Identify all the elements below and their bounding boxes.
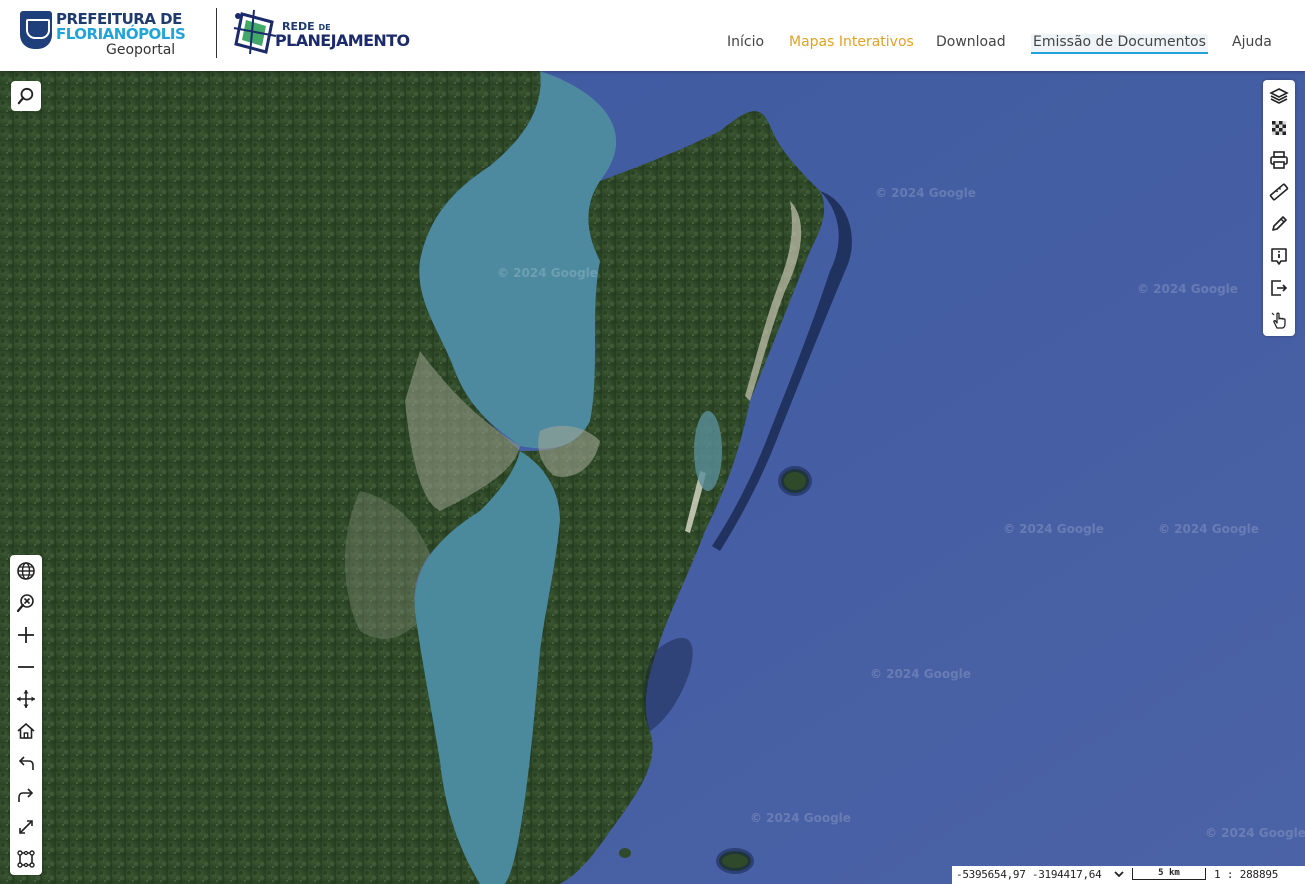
measure-button[interactable]	[1263, 176, 1295, 208]
pan-move-icon	[17, 690, 35, 708]
nav-emissao-documentos[interactable]: Emissão de Documentos	[1031, 34, 1208, 54]
print-button[interactable]	[1263, 144, 1295, 176]
planejamento-title: PLANEJAMENTO	[275, 31, 410, 50]
layers-icon	[1269, 88, 1289, 104]
fullscreen-icon	[19, 820, 33, 834]
zoom-to-extent-button[interactable]	[10, 587, 42, 619]
map-navigation-toolbar	[10, 555, 42, 875]
zoom-out-extent-icon	[16, 594, 34, 613]
print-icon	[1270, 151, 1288, 169]
google-watermark: © 2024 Google	[1158, 522, 1259, 536]
draw-icon	[1272, 216, 1287, 231]
rede-planejamento-logo-icon[interactable]	[232, 8, 278, 56]
zoom-out-button[interactable]	[10, 651, 42, 683]
globe-button[interactable]	[10, 555, 42, 587]
nav-mapas-interativos[interactable]: Mapas Interativos	[789, 34, 914, 50]
redo-button[interactable]	[10, 779, 42, 811]
undo-icon	[18, 756, 34, 770]
site-header: PREFEITURA DE FLORIANÓPOLIS Geoportal RE…	[0, 0, 1305, 71]
zoom-in-button[interactable]	[10, 619, 42, 651]
home-button[interactable]	[10, 715, 42, 747]
scale-ratio: 1 : 288895	[1214, 868, 1279, 881]
geoportal-label: Geoportal	[106, 42, 176, 58]
logo-divider	[216, 8, 217, 58]
select-area-icon	[17, 850, 35, 868]
export-icon	[1271, 280, 1288, 296]
fullscreen-button[interactable]	[10, 811, 42, 843]
home-icon	[17, 723, 35, 739]
city-crest-icon	[20, 11, 52, 49]
search-button[interactable]	[11, 81, 41, 111]
florianopolis-title: FLORIANÓPOLIS	[56, 25, 186, 43]
cursor-coordinates: -5395654,97 -3194417,64	[956, 868, 1102, 881]
undo-button[interactable]	[10, 747, 42, 779]
map-status-bar: -5395654,97 -3194417,64 5 km 1 : 288895	[952, 866, 1305, 884]
transparency-icon	[1272, 121, 1286, 135]
google-watermark: © 2024 Google	[1003, 522, 1104, 536]
identify-pointer-button[interactable]	[1263, 304, 1295, 336]
info-icon	[1271, 248, 1287, 265]
select-area-button[interactable]	[10, 843, 42, 875]
map-tools-toolbar	[1263, 80, 1295, 336]
scale-bar: 5 km	[1132, 868, 1206, 880]
zoom-in-icon	[18, 627, 34, 643]
draw-button[interactable]	[1263, 208, 1295, 240]
redo-icon	[18, 788, 34, 802]
search-icon	[17, 87, 34, 105]
google-watermark: © 2024 Google	[875, 186, 976, 200]
export-button[interactable]	[1263, 272, 1295, 304]
chevron-down-icon[interactable]	[1112, 867, 1126, 881]
google-watermark: © 2024 Google	[1137, 282, 1238, 296]
pan-button[interactable]	[10, 683, 42, 715]
satellite-map[interactable]: © 2024 Google © 2024 Google © 2024 Googl…	[0, 71, 1305, 884]
google-watermark: © 2024 Google	[497, 266, 598, 280]
measure-icon	[1269, 183, 1289, 201]
google-watermark: © 2024 Google	[750, 811, 851, 825]
info-button[interactable]	[1263, 240, 1295, 272]
nav-download[interactable]: Download	[936, 34, 1006, 50]
nav-inicio[interactable]: Início	[727, 34, 764, 50]
google-watermark: © 2024 Google	[1205, 826, 1305, 840]
nav-ajuda[interactable]: Ajuda	[1232, 34, 1272, 50]
zoom-out-icon	[18, 666, 34, 668]
pointer-hand-icon	[1271, 312, 1286, 329]
map-imagery	[0, 71, 1305, 884]
google-watermark: © 2024 Google	[870, 667, 971, 681]
globe-icon	[17, 562, 35, 580]
transparency-button[interactable]	[1263, 112, 1295, 144]
layers-button[interactable]	[1263, 80, 1295, 112]
